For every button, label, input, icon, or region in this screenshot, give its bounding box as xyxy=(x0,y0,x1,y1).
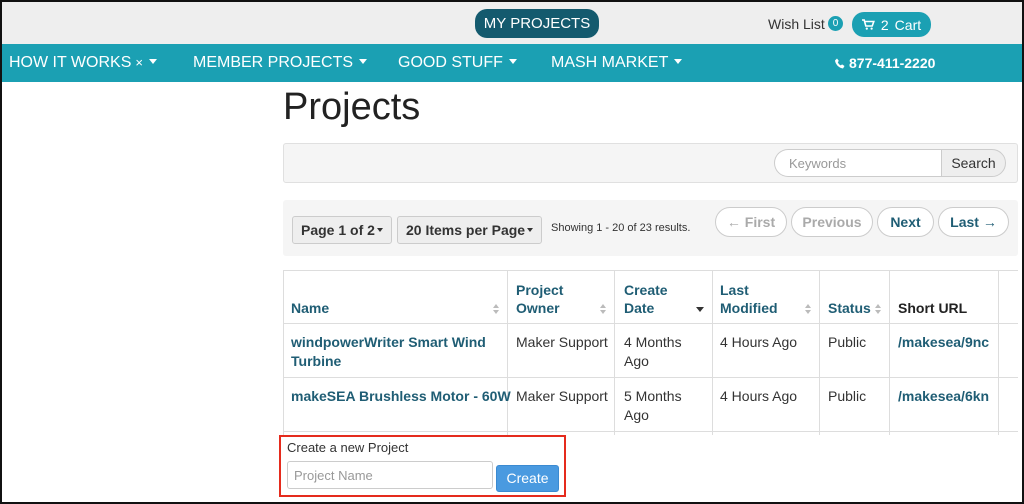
main-nav: HOW IT WORKS × MEMBER PROJECTS GOOD STUFF… xyxy=(2,44,1022,82)
header-project-owner-line1: Project xyxy=(516,282,564,298)
project-last-modified: 4 Hours Ago xyxy=(720,334,798,350)
results-count: Showing 1 - 20 of 23 results. xyxy=(551,222,691,234)
chevron-down-icon xyxy=(508,59,517,65)
cart-count: 2 xyxy=(880,16,889,33)
nav-mash-market[interactable]: MASH MARKET xyxy=(551,44,683,82)
chevron-down-icon xyxy=(376,228,383,233)
create-date-line2: Ago xyxy=(624,407,649,423)
header-last-modified-line1: Last xyxy=(720,282,749,298)
wish-list-link[interactable]: Wish List xyxy=(768,16,825,32)
search-button[interactable]: Search xyxy=(941,149,1006,177)
nav-member-projects[interactable]: MEMBER PROJECTS xyxy=(193,44,368,82)
phone-number[interactable]: 877-411-2220 xyxy=(835,44,935,82)
sort-icon[interactable] xyxy=(493,304,499,314)
nav-good-stuff-label: GOOD STUFF xyxy=(398,54,503,71)
wish-list-count-badge: 0 xyxy=(828,16,843,31)
header-project-owner[interactable]: Project Owner xyxy=(516,281,563,317)
chevron-down-icon xyxy=(148,59,157,65)
nav-good-stuff[interactable]: GOOD STUFF xyxy=(398,44,517,82)
row-divider xyxy=(283,377,1018,378)
nav-member-projects-label: MEMBER PROJECTS xyxy=(193,54,354,71)
nav-mash-market-label: MASH MARKET xyxy=(551,54,669,71)
header-divider xyxy=(283,323,1018,324)
chevron-down-icon xyxy=(674,59,683,65)
next-page-button[interactable]: Next xyxy=(877,207,934,237)
cart-icon xyxy=(861,19,875,30)
header-last-modified-line2: Modified xyxy=(720,300,778,316)
create-date-line2: Ago xyxy=(624,353,649,369)
project-status: Public xyxy=(828,388,867,404)
items-per-page-label: 20 Items per Page xyxy=(406,222,526,238)
project-name-input[interactable] xyxy=(287,461,493,489)
sort-icon[interactable] xyxy=(875,304,881,314)
header-create-date-line1: Create xyxy=(624,282,668,298)
project-name-link[interactable]: makeSEA Brushless Motor - 60W xyxy=(291,387,511,406)
chevron-down-icon xyxy=(527,228,534,233)
project-status: Public xyxy=(828,334,867,350)
first-page-button[interactable]: ← First xyxy=(715,207,787,237)
cart-label: Cart xyxy=(894,16,922,33)
close-icon[interactable]: × xyxy=(135,55,143,70)
project-owner: Maker Support xyxy=(516,334,608,350)
nav-how-it-works[interactable]: HOW IT WORKS × xyxy=(9,44,157,82)
sort-icon[interactable] xyxy=(805,304,811,314)
project-create-date: 5 Months Ago xyxy=(624,387,682,425)
create-date-line1: 4 Months xyxy=(624,334,682,350)
project-create-date: 4 Months Ago xyxy=(624,333,682,371)
project-owner: Maker Support xyxy=(516,388,608,404)
projects-table: Name Project Owner Create Date Last Modi… xyxy=(283,270,1018,435)
project-name-link[interactable]: windpowerWriter Smart Wind Turbine xyxy=(291,333,486,371)
header-short-url: Short URL xyxy=(898,300,968,316)
project-last-modified: 4 Hours Ago xyxy=(720,388,798,404)
keywords-search-input[interactable] xyxy=(774,149,942,177)
column-short-url xyxy=(890,271,999,435)
project-name-line1: windpowerWriter Smart Wind xyxy=(291,334,486,350)
page-title: Projects xyxy=(283,86,421,128)
previous-page-button[interactable]: Previous xyxy=(791,207,873,237)
chevron-down-icon xyxy=(359,59,368,65)
phone-number-text: 877-411-2220 xyxy=(849,55,936,71)
header-create-date[interactable]: Create Date xyxy=(624,281,668,317)
nav-how-it-works-label: HOW IT WORKS xyxy=(9,54,132,71)
page-select-dropdown[interactable]: Page 1 of 2 xyxy=(292,216,392,244)
cart-button[interactable]: 2 Cart xyxy=(852,12,931,37)
sort-icon[interactable] xyxy=(600,304,606,314)
create-project-button[interactable]: Create xyxy=(496,465,559,492)
last-page-button[interactable]: Last → xyxy=(938,207,1009,237)
sort-descending-icon[interactable] xyxy=(696,307,704,312)
phone-icon xyxy=(835,58,845,69)
project-name-line2: Turbine xyxy=(291,353,342,369)
project-short-url-link[interactable]: /makesea/9nc xyxy=(898,333,989,352)
column-status xyxy=(820,271,890,435)
create-project-label: Create a new Project xyxy=(287,440,409,455)
header-name[interactable]: Name xyxy=(291,299,329,317)
project-short-url-link[interactable]: /makesea/6kn xyxy=(898,387,989,406)
my-projects-button[interactable]: MY PROJECTS xyxy=(475,9,599,38)
page-select-label: Page 1 of 2 xyxy=(301,222,375,238)
header-create-date-line2: Date xyxy=(624,300,655,316)
items-per-page-dropdown[interactable]: 20 Items per Page xyxy=(397,216,543,244)
header-project-owner-line2: Owner xyxy=(516,300,560,316)
row-divider xyxy=(283,431,1018,432)
header-last-modified[interactable]: Last Modified xyxy=(720,281,778,317)
project-name-line1: makeSEA Brushless Motor - 60W xyxy=(291,388,511,404)
header-status[interactable]: Status xyxy=(828,299,871,317)
create-date-line1: 5 Months xyxy=(624,388,682,404)
